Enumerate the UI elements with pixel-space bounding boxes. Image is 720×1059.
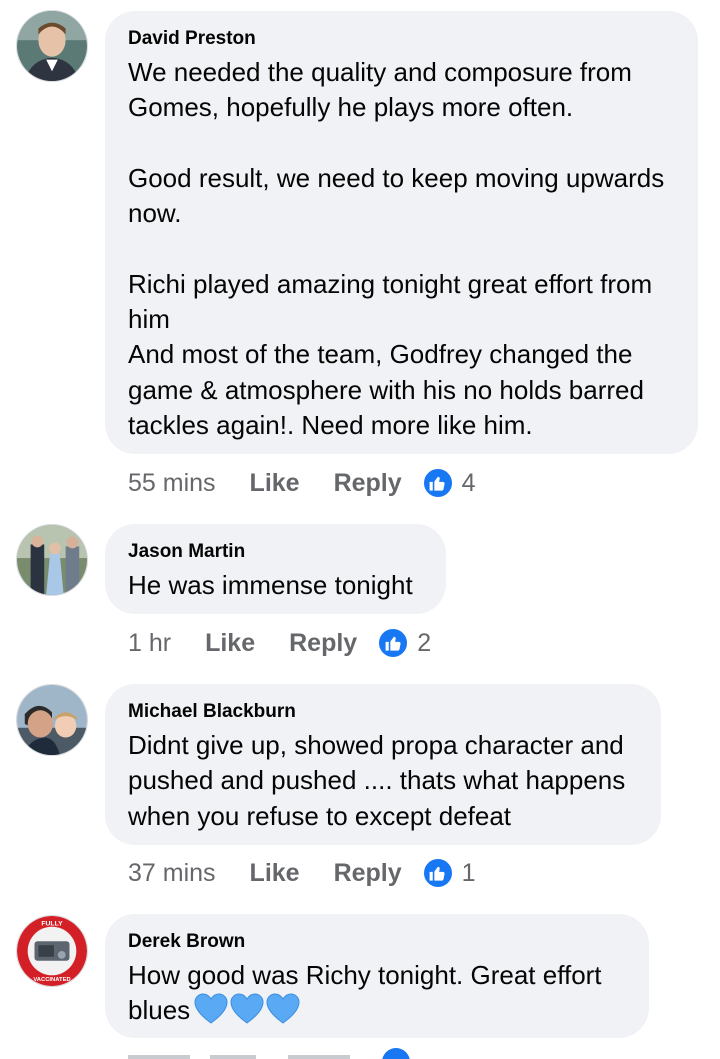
comment-author[interactable]: Jason Martin <box>128 540 423 564</box>
comment-actions: 37 mins Like Reply 1 <box>128 853 476 893</box>
comment-timestamp[interactable]: 1 hr <box>128 629 171 658</box>
comment-author[interactable]: Derek Brown <box>128 930 626 954</box>
fully-vaccinated-badge-icon: FULLY VACCINATED <box>17 916 87 986</box>
avatar-david-preston[interactable] <box>16 10 88 82</box>
reaction-count[interactable]: 1 <box>462 859 476 888</box>
reply-button[interactable]: Reply <box>334 469 402 498</box>
avatar-michael-blackburn[interactable] <box>16 684 88 756</box>
blue-heart-icon <box>230 993 264 1024</box>
reaction-count[interactable]: 4 <box>462 469 476 498</box>
avatar-derek-brown[interactable]: FULLY VACCINATED <box>16 915 88 987</box>
reply-button[interactable]: Reply <box>289 629 357 658</box>
comment-text: We needed the quality and composure from… <box>128 57 665 440</box>
comment-bubble: David Preston We needed the quality and … <box>105 11 698 454</box>
comment-actions: 55 mins Like Reply 4 <box>128 463 476 503</box>
profile-photo-icon <box>17 525 87 595</box>
comment-bubble: Jason Martin He was immense tonight <box>105 524 446 614</box>
comment-author[interactable]: Michael Blackburn <box>128 700 638 724</box>
reaction-count[interactable]: 2 <box>417 629 431 658</box>
comment-author[interactable]: David Preston <box>128 27 675 51</box>
thumbs-up-icon[interactable] <box>421 467 454 499</box>
blue-heart-icon <box>266 993 300 1024</box>
profile-photo-icon <box>17 11 87 81</box>
thumbs-up-icon[interactable] <box>377 627 410 659</box>
reply-button[interactable]: Reply <box>334 859 402 888</box>
svg-text:FULLY: FULLY <box>41 921 63 928</box>
like-button[interactable]: Like <box>250 859 300 888</box>
blue-heart-icon <box>194 993 228 1024</box>
comment-actions-cropped <box>128 1046 448 1059</box>
comment-text: How good was Richy tonight. Great effort… <box>128 958 626 1029</box>
like-button[interactable]: Like <box>205 629 255 658</box>
emoji-group <box>194 993 300 1025</box>
comment-actions: 1 hr Like Reply 2 <box>128 623 431 663</box>
comment-bubble: Michael Blackburn Didnt give up, showed … <box>105 684 661 845</box>
thumbs-up-icon[interactable] <box>421 857 454 889</box>
comment-bubble: Derek Brown How good was Richy tonight. … <box>105 914 649 1038</box>
comment-timestamp[interactable]: 55 mins <box>128 469 216 498</box>
avatar-jason-martin[interactable] <box>16 524 88 596</box>
comment-text: Didnt give up, showed propa character an… <box>128 730 626 831</box>
comment-timestamp[interactable]: 37 mins <box>128 859 216 888</box>
like-button[interactable]: Like <box>250 469 300 498</box>
svg-text:VACCINATED: VACCINATED <box>33 977 70 983</box>
profile-photo-icon <box>17 685 87 755</box>
comment-text: He was immense tonight <box>128 570 413 600</box>
